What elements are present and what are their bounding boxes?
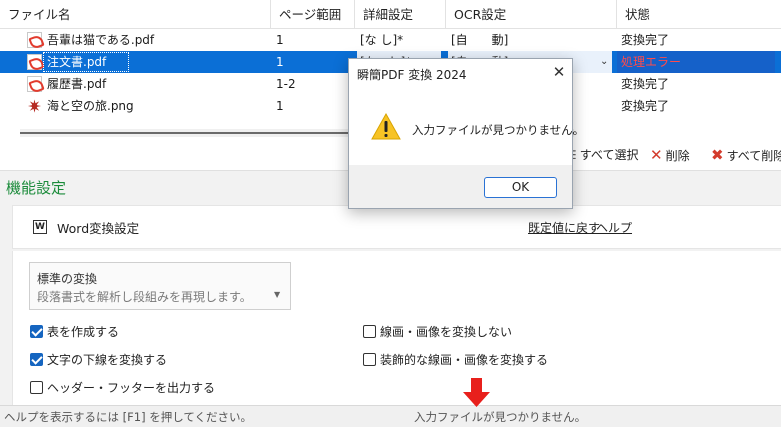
checkbox-checked[interactable] [30, 353, 43, 366]
page-range: 1 [276, 55, 284, 69]
status-text: 変換完了 [621, 33, 670, 47]
header-footer-checkbox[interactable]: ヘッダー・フッターを出力する [30, 381, 215, 397]
table-row[interactable]: 吾輩は猫である.pdf 1 [な し]* [自 動] 変換完了 [0, 29, 781, 51]
close-icon[interactable]: ✕ [549, 62, 569, 82]
file-name: 注文書.pdf [47, 55, 107, 69]
decorative-graphics-checkbox[interactable]: 装飾的な線画・画像を変換する [363, 353, 548, 369]
ok-button[interactable]: OK [484, 177, 557, 198]
chevron-down-icon[interactable]: ⌄ [600, 51, 608, 73]
warning-icon [371, 113, 401, 140]
pdf-file-icon [27, 32, 42, 48]
dialog-footer: OK [349, 165, 572, 208]
delete-label: 削除 [665, 149, 690, 163]
help-link[interactable]: ヘルプ [596, 219, 632, 236]
select-all-button[interactable]: ☷すべて選択 [566, 146, 638, 164]
conversion-mode-description: 段落書式を解析し段組みを再現します。 [37, 290, 252, 304]
column-header-page-range[interactable]: ページ範囲 [271, 0, 355, 29]
column-header-status[interactable]: 状態 [617, 0, 781, 29]
dialog-title: 瞬簡PDF 変換 2024 [357, 68, 467, 82]
no-graphics-checkbox[interactable]: 線画・画像を変換しない [363, 325, 512, 341]
column-header-filename[interactable]: ファイル名 [0, 0, 271, 29]
delete-x-icon: ✕ [650, 146, 663, 164]
file-name: 吾輩は猫である.pdf [47, 33, 155, 47]
file-name: 海と空の旅.png [47, 99, 134, 113]
status-text: 変換完了 [621, 77, 670, 91]
conversion-mode-label: 標準の変換 [37, 272, 98, 286]
delete-button[interactable]: ✕ 削除 [650, 146, 690, 164]
page-range: 1 [276, 99, 284, 113]
word-settings-header: W Word変換設定 既定値に戻す ヘルプ [12, 205, 781, 249]
checkbox-label: 線画・画像を変換しない [380, 325, 513, 339]
png-file-icon [27, 99, 42, 113]
delete-all-label: すべて削除 [726, 149, 781, 163]
dropdown-caret-icon: ▼ [274, 290, 281, 299]
page-range: 1-2 [276, 77, 296, 91]
status-text-error: 処理エラー [617, 51, 775, 73]
red-down-arrow-icon [463, 378, 490, 407]
underline-checkbox[interactable]: 文字の下線を変換する [30, 353, 167, 369]
column-header-ocr-settings[interactable]: OCR設定 [446, 0, 617, 29]
checkbox-label: ヘッダー・フッターを出力する [47, 381, 216, 395]
create-table-checkbox[interactable]: 表を作成する [30, 325, 119, 341]
status-message: 入力ファイルが見つかりません。 [414, 410, 587, 424]
status-help-hint: ヘルプを表示するには [F1] を押してください。 [4, 410, 253, 424]
checkbox-checked[interactable] [30, 325, 43, 338]
column-header-detail-settings[interactable]: 詳細設定 [355, 0, 446, 29]
dialog-message: 入力ファイルが見つかりません。 [412, 123, 585, 137]
status-text: 変換完了 [621, 99, 670, 113]
table-header: ファイル名 ページ範囲 詳細設定 OCR設定 状態 [0, 0, 781, 29]
word-icon: W [33, 220, 47, 234]
delete-all-x-icon: ✖ [711, 146, 724, 164]
page-range: 1 [276, 33, 284, 47]
ocr-setting: [自 動] [451, 33, 509, 47]
dialog-body: 入力ファイルが見つかりません。 [349, 91, 584, 161]
checkbox-unchecked[interactable] [30, 381, 43, 394]
pdf-file-icon [27, 76, 42, 92]
checkbox-unchecked[interactable] [363, 353, 376, 366]
checkbox-label: 装飾的な線画・画像を変換する [380, 353, 549, 367]
file-name: 履歴書.pdf [47, 77, 107, 91]
function-settings-title: 機能設定 [6, 179, 67, 197]
conversion-mode-select[interactable]: 標準の変換 段落書式を解析し段組みを再現します。 ▼ [29, 262, 291, 310]
status-bar: ヘルプを表示するには [F1] を押してください。 入力ファイルが見つかりません… [0, 405, 781, 427]
checkbox-label: 文字の下線を変換する [47, 353, 168, 367]
select-all-label: すべて選択 [579, 148, 639, 162]
checkbox-label: 表を作成する [47, 325, 120, 339]
error-dialog: 瞬簡PDF 変換 2024 ✕ 入力ファイルが見つかりません。 OK [348, 58, 584, 209]
checkbox-unchecked[interactable] [363, 325, 376, 338]
delete-all-button[interactable]: ✖ すべて削除 [711, 146, 781, 164]
word-settings-title: Word変換設定 [57, 221, 140, 236]
detail-setting: [な し]* [360, 33, 404, 47]
reset-defaults-link[interactable]: 既定値に戻す [528, 219, 600, 236]
word-settings-body: 標準の変換 段落書式を解析し段組みを再現します。 ▼ 表を作成する 線画・画像を… [12, 251, 781, 406]
pdf-file-icon [27, 54, 42, 70]
